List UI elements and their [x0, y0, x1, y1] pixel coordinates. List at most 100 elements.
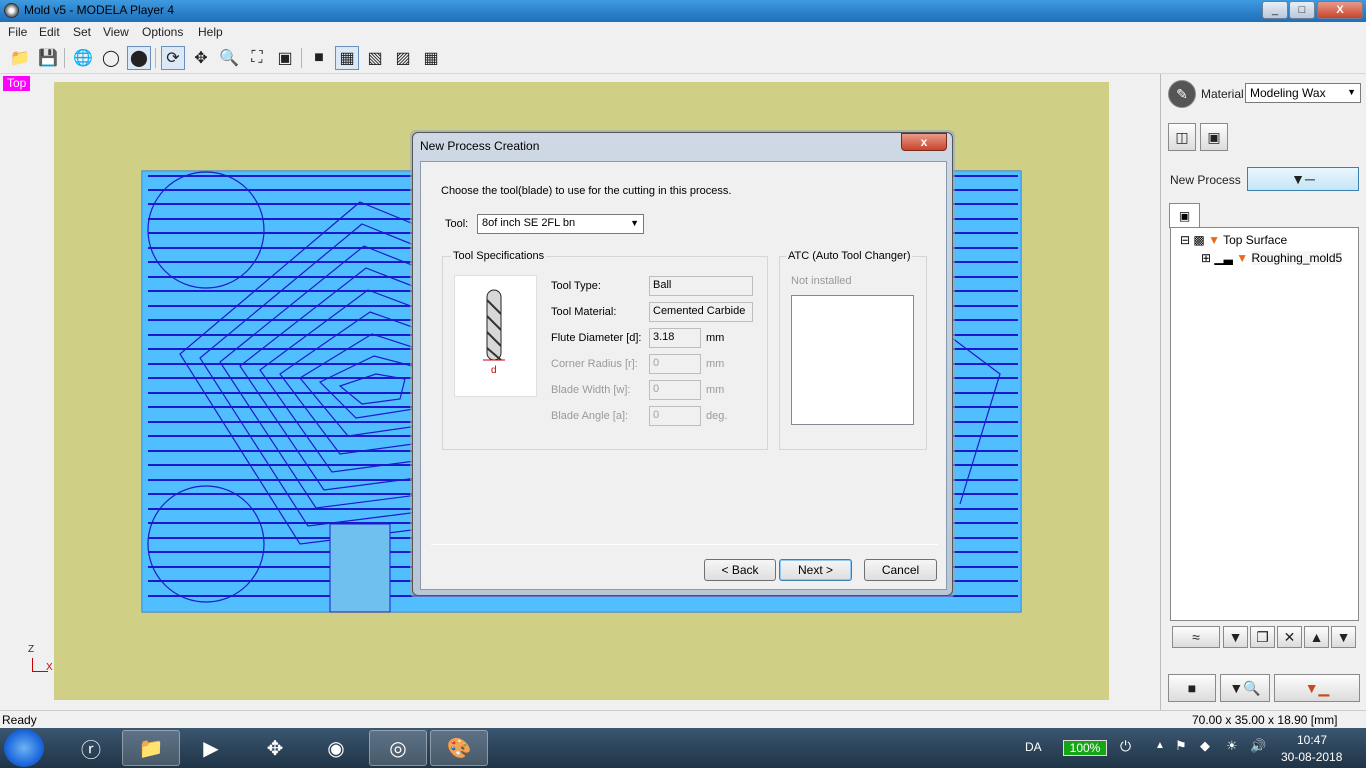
menu-help[interactable]: Help [198, 25, 223, 39]
maximize-button[interactable]: □ [1289, 1, 1315, 19]
back-button[interactable]: < Back [704, 559, 776, 581]
preview-icon: ▼🔍 [1229, 679, 1261, 696]
menu-set[interactable]: Set [73, 25, 91, 39]
copy-button[interactable]: ❐ [1250, 626, 1275, 648]
new-process-dialog: New Process Creation x Choose the tool(b… [412, 132, 953, 596]
pan-icon[interactable]: ✥ [189, 46, 213, 70]
clock-date[interactable]: 30-08-2018 [1281, 750, 1342, 764]
view-iso-icon[interactable]: ▨ [391, 46, 415, 70]
move-down-button[interactable]: ▼ [1331, 626, 1356, 648]
material-select[interactable]: Modeling Wax ▼ [1245, 83, 1361, 103]
tool-image: d [454, 275, 537, 397]
zoom-icon[interactable]: 🔍 [217, 46, 241, 70]
shaded-icon[interactable]: ⬤ [127, 46, 151, 70]
menu-file[interactable]: File [8, 25, 27, 39]
new-process-icon: ▼─ [1291, 171, 1315, 187]
new-process-button[interactable]: ▼─ [1247, 167, 1359, 191]
flute-diameter-unit: mm [706, 332, 725, 344]
cut-icon: ▼▁ [1304, 679, 1330, 696]
path-preview-button[interactable]: ≈ [1172, 626, 1220, 648]
delete-button[interactable]: ✕ [1277, 626, 1302, 648]
status-bar: Ready 70.00 x 35.00 x 18.90 [mm] [0, 710, 1366, 728]
status-dimensions: 70.00 x 35.00 x 18.90 [mm] [1192, 713, 1338, 727]
update-icon[interactable]: ☀ [1226, 738, 1238, 754]
tool-type-label: Tool Type: [551, 280, 601, 292]
dialog-title: New Process Creation [420, 139, 540, 153]
view-front-icon[interactable]: ■ [307, 46, 331, 70]
corner-radius-unit: mm [706, 358, 725, 370]
stop-icon: ■ [1187, 680, 1197, 696]
menu-options[interactable]: Options [142, 25, 183, 39]
rotate-icon[interactable]: ⟳ [161, 46, 185, 70]
cut-button[interactable]: ▼▁ [1274, 674, 1360, 702]
preview-cutting-button[interactable]: ▼🔍 [1220, 674, 1270, 702]
tool-settings-button[interactable]: ▼ [1223, 626, 1248, 648]
media-icon[interactable]: ▶ [182, 730, 240, 766]
close-button[interactable]: X [1317, 1, 1363, 19]
steps-icon: ▁▃ [1214, 251, 1233, 265]
new-process-label: New Process [1170, 173, 1241, 187]
tool-specifications-label: Tool Specifications [451, 250, 547, 262]
move-up-button[interactable]: ▲ [1304, 626, 1329, 648]
tool-label: Tool: [445, 218, 469, 230]
tree-tab[interactable]: ▣ [1169, 203, 1200, 228]
dialog-divider [431, 544, 938, 545]
workpiece-icon[interactable]: ◫ [1168, 123, 1196, 151]
menu-edit[interactable]: Edit [39, 25, 60, 39]
save-icon[interactable]: 💾 [36, 46, 60, 70]
next-button[interactable]: Next > [779, 559, 852, 581]
modela-task-icon[interactable]: ◎ [369, 730, 427, 766]
volume-icon[interactable]: 🔊 [1250, 738, 1266, 754]
network-app-icon[interactable]: ✥ [246, 730, 304, 766]
flag-icon[interactable]: ⚑ [1175, 738, 1187, 754]
cancel-button[interactable]: Cancel [864, 559, 937, 581]
flute-diameter-label: Flute Diameter [d]: [551, 332, 642, 344]
tree-item-label: Roughing_mold5 [1251, 251, 1343, 265]
toolbar: 📁 💾 🌐 ◯ ⬤ ⟳ ✥ 🔍 ⛶ ▣ ■ ▦ ▧ ▨ ▦ [0, 42, 1366, 74]
toolbar-separator [301, 48, 302, 68]
stop-button[interactable]: ■ [1168, 674, 1216, 702]
dimension-letter: d [491, 365, 497, 376]
usb-icon[interactable]: ◆ [1200, 738, 1210, 754]
path-icon: ≈ [1192, 629, 1200, 645]
power-icon[interactable]: ⏻ [1120, 738, 1131, 755]
tool-icon: ▼ [1236, 251, 1249, 265]
blade-width-field: 0 [649, 380, 701, 400]
model-icon[interactable]: ▣ [1200, 123, 1228, 151]
menu-view[interactable]: View [103, 25, 129, 39]
language-indicator[interactable]: DA [1025, 740, 1042, 754]
four-views-icon[interactable]: ▦ [419, 46, 443, 70]
view-right-icon[interactable]: ▧ [363, 46, 387, 70]
ie-icon[interactable]: ⓡ [62, 730, 120, 766]
dialog-client: Choose the tool(blade) to use for the cu… [420, 161, 947, 590]
paint-icon[interactable]: 🎨 [430, 730, 488, 766]
tray-expand-icon[interactable]: ▲ [1155, 740, 1165, 751]
wireframe-icon[interactable]: 🌐 [71, 46, 95, 70]
view-top-icon[interactable]: ▦ [335, 46, 359, 70]
dialog-close-button[interactable]: x [901, 133, 947, 151]
dialog-instruction: Choose the tool(blade) to use for the cu… [441, 185, 732, 197]
minimize-button[interactable]: _ [1262, 1, 1288, 19]
material-icon[interactable]: ✎ [1168, 80, 1196, 108]
process-tree[interactable] [1170, 227, 1359, 621]
zoom-box-icon[interactable]: ▣ [273, 46, 297, 70]
battery-indicator[interactable]: 100% [1063, 740, 1107, 756]
tree-item-label: Top Surface [1223, 233, 1288, 247]
tool-icon: ▼ [1208, 233, 1220, 247]
atc-tool-list[interactable] [791, 295, 914, 425]
tree-item-top-surface[interactable]: ⊟ ▩ ▼ Top Surface [1180, 233, 1287, 247]
explorer-icon[interactable]: 📁 [122, 730, 180, 766]
tool-select[interactable]: 8of inch SE 2FL bn ▼ [477, 214, 644, 234]
chrome-icon[interactable]: ◉ [307, 730, 365, 766]
fit-icon[interactable]: ⛶ [245, 46, 269, 70]
open-icon[interactable]: 📁 [8, 46, 32, 70]
tool-type-field: Ball [649, 276, 753, 296]
copy-icon: ❐ [1256, 628, 1269, 645]
atc-status: Not installed [791, 275, 852, 287]
chevron-down-icon: ▼ [630, 218, 639, 228]
globe-icon[interactable]: ◯ [99, 46, 123, 70]
axis-x-label: X [46, 662, 53, 673]
tree-item-roughing[interactable]: ⊞ ▁▃ ▼ Roughing_mold5 [1201, 251, 1343, 265]
start-button[interactable] [4, 729, 44, 767]
clock-time[interactable]: 10:47 [1297, 733, 1327, 747]
